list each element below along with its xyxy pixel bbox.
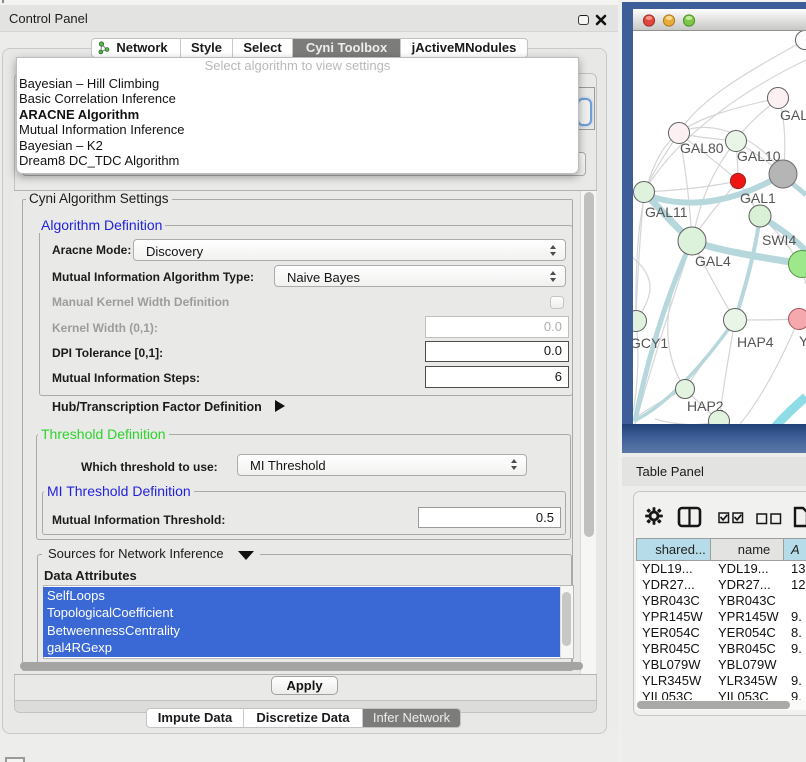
svg-text:GAL4: GAL4 — [695, 253, 731, 269]
svg-text:GAL7: GAL7 — [780, 107, 806, 123]
svg-text:Y: Y — [799, 333, 806, 349]
svg-text:GAL1: GAL1 — [740, 190, 776, 206]
svg-text:GCY1: GCY1 — [633, 335, 668, 351]
svg-text:GAL10: GAL10 — [737, 148, 781, 164]
svg-text:GAL80: GAL80 — [680, 140, 724, 156]
svg-text:GAL11: GAL11 — [645, 204, 688, 220]
svg-text:HAP2: HAP2 — [687, 398, 724, 414]
svg-text:HAP4: HAP4 — [737, 334, 774, 350]
svg-text:SWI4: SWI4 — [762, 232, 796, 248]
